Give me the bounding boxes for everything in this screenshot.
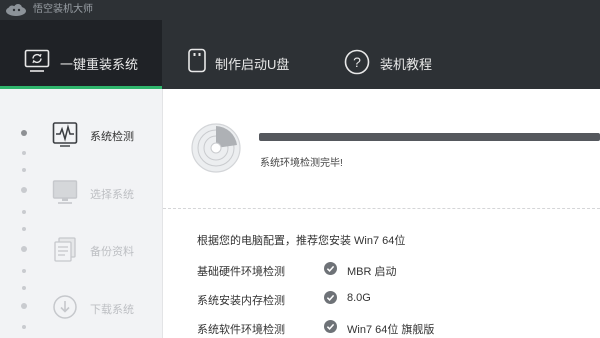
main-panel: 系统环境检测完毕! 根据您的电脑配置，推荐您安装 Win7 64位 基础硬件环境… (163, 89, 600, 338)
check-value: MBR 启动 (347, 266, 397, 278)
check-label: 基础硬件环境检测 (197, 266, 285, 278)
tab-label: 制作启动U盘 (215, 57, 290, 72)
check-circle-icon (324, 262, 337, 275)
title-bar: 悟空装机大师 (0, 0, 600, 20)
check-label: 系统软件环境检测 (197, 324, 285, 336)
scan-progress-bar (259, 133, 600, 141)
top-nav: 一键重装系统 制作启动U盘 ? 装机教程 (0, 20, 600, 89)
timeline-dot (22, 286, 26, 290)
scan-progress-fill (259, 133, 600, 141)
step-label: 备份资料 (90, 246, 134, 258)
step-system-check[interactable]: 系统检测 (52, 121, 162, 151)
timeline-dot (21, 246, 27, 252)
help-circle-icon: ? (344, 49, 370, 75)
step-backup-data[interactable]: 备份资料 (52, 236, 162, 266)
check-label: 系统安装内存检测 (197, 295, 285, 307)
step-label: 系统检测 (90, 131, 134, 143)
pulse-monitor-icon (52, 122, 78, 147)
timeline-dot (22, 325, 26, 329)
timeline-dot (21, 303, 27, 309)
check-circle-icon (324, 291, 337, 304)
check-row-hardware: 基础硬件环境检测 MBR 启动 (197, 261, 597, 279)
step-select-system[interactable]: 选择系统 (52, 179, 162, 209)
scan-radar-icon (191, 123, 241, 173)
sidebar: 系统检测 选择系统 备份资料 下载系统 (0, 89, 163, 338)
step-label: 下载系统 (90, 304, 134, 316)
timeline-dot (22, 210, 26, 214)
check-circle-icon (324, 320, 337, 333)
usb-drive-icon (188, 48, 206, 73)
check-row-software: 系统软件环境检测 Win7 64位 旗舰版 (197, 319, 597, 337)
monitor-icon (52, 180, 78, 204)
timeline-dot (22, 269, 26, 273)
timeline-dot (21, 187, 27, 193)
timeline-dot (22, 151, 26, 155)
download-icon (53, 295, 77, 319)
svg-text:?: ? (353, 54, 361, 70)
timeline-dot (22, 168, 26, 172)
step-label: 选择系统 (90, 189, 134, 201)
check-row-memory: 系统安装内存检测 8.0G (197, 290, 597, 308)
section-divider (163, 208, 600, 209)
recommendation-text: 根据您的电脑配置，推荐您安装 Win7 64位 (197, 235, 406, 247)
monitor-refresh-icon (24, 49, 50, 72)
tab-label: 一键重装系统 (60, 57, 139, 72)
app-title: 悟空装机大师 (33, 4, 93, 15)
scan-status-text: 系统环境检测完毕! (260, 158, 343, 169)
check-value: 8.0G (347, 292, 371, 304)
cloud-logo-icon (6, 4, 26, 16)
tab-make-boot-usb[interactable]: 制作启动U盘 (172, 20, 312, 89)
tab-one-key-reinstall[interactable]: 一键重装系统 (0, 20, 162, 89)
documents-icon (54, 237, 76, 262)
tab-install-tutorial[interactable]: ? 装机教程 (330, 20, 450, 89)
timeline-dot (22, 227, 26, 231)
step-download-system[interactable]: 下载系统 (52, 294, 162, 324)
timeline-dot (21, 130, 27, 136)
tab-label: 装机教程 (380, 57, 433, 72)
check-value: Win7 64位 旗舰版 (347, 324, 435, 336)
